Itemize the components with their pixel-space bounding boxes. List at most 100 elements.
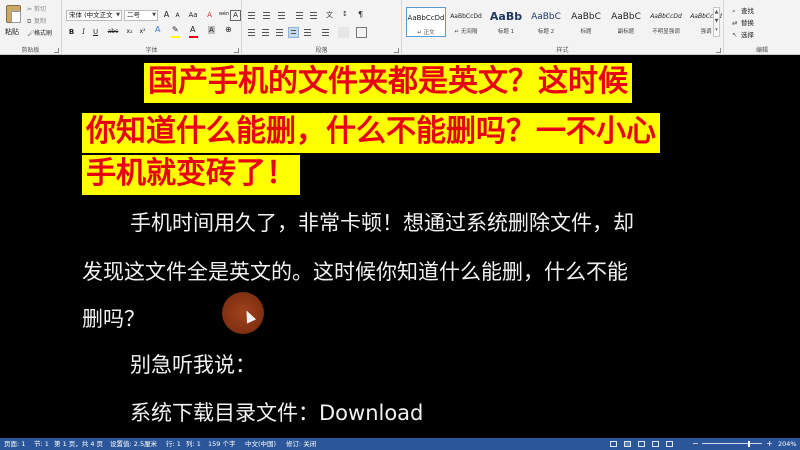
align-right-button[interactable] <box>274 27 285 38</box>
style-item[interactable]: AaBbCcDd ↵ 无间隔 <box>446 7 486 37</box>
align-center-button[interactable] <box>260 27 271 38</box>
font-color-icon[interactable]: A <box>190 25 195 34</box>
find-button[interactable]: ⌕ 查找 <box>732 5 754 16</box>
phonetic-guide-button[interactable]: wén <box>217 9 231 20</box>
decrease-indent-icon <box>296 12 303 19</box>
body-line-1: 手机时间用久了，非常卡顿！想通过系统删除文件，却 <box>130 211 634 235</box>
line-spacing-icon <box>322 29 329 36</box>
strikethrough-button[interactable]: abc <box>105 27 121 38</box>
status-language[interactable]: 中文(中国) <box>245 438 276 450</box>
status-page[interactable]: 页面: 1 <box>4 438 25 450</box>
style-sample: AaBbC <box>571 12 601 22</box>
font-name-value: 宋体 (中文正文 <box>69 11 113 19</box>
line-spacing-button[interactable] <box>320 27 331 38</box>
status-track-changes[interactable]: 修订: 关闭 <box>286 438 316 450</box>
paragraph-group: 文 ↕ ¶ 段落 <box>242 0 402 55</box>
increase-indent-icon <box>310 12 317 19</box>
status-column[interactable]: 列: 1 <box>186 438 201 450</box>
show-marks-button[interactable]: ¶ <box>358 10 369 21</box>
zoom-out-icon[interactable]: − <box>692 438 699 450</box>
title-line-3: 手机就变砖了！ <box>82 155 300 195</box>
subscript-button[interactable]: x₂ <box>124 27 135 38</box>
style-item[interactable]: AaBbCcDd ↵ 正文 <box>406 7 446 37</box>
styles-launcher-icon[interactable] <box>716 48 721 53</box>
replace-button[interactable]: ⇄ 替换 <box>732 17 754 27</box>
clipboard-launcher-icon[interactable] <box>54 48 59 53</box>
style-item[interactable]: AaBbC 标题 2 <box>526 7 566 37</box>
read-mode-icon[interactable] <box>610 441 617 447</box>
align-right-icon <box>276 29 283 36</box>
distributed-icon <box>304 29 311 36</box>
enclosed-char-icon[interactable]: ⊕ <box>225 25 232 34</box>
format-painter-button[interactable]: 🖌格式刷 <box>27 28 52 37</box>
bullets-button[interactable] <box>246 10 257 21</box>
sort-button[interactable]: ↕ <box>342 10 353 21</box>
select-button[interactable]: ↖ 选择 <box>732 29 754 39</box>
borders-button[interactable] <box>356 27 367 38</box>
justify-button[interactable] <box>288 27 299 38</box>
distributed-button[interactable] <box>302 27 313 38</box>
status-position[interactable]: 设置值: 2.5厘米 <box>110 438 157 450</box>
style-item[interactable]: AaBbC 副标题 <box>606 7 646 37</box>
char-shading-icon[interactable]: A <box>208 26 215 34</box>
style-name: 标题 <box>580 29 592 35</box>
ribbon: 粘贴 ✂ 剪切 ⧉ 复制 🖌格式刷 剪贴板 宋体 (中文正文 ▼ 二号 ▼ A A Aa… <box>0 0 800 55</box>
clipboard-group: 粘贴 ✂ 剪切 ⧉ 复制 🖌格式刷 剪贴板 <box>0 0 62 55</box>
style-sample: AaBbCcDd <box>650 13 682 20</box>
chinese-layout-button[interactable]: 文 <box>326 10 337 21</box>
copy-button[interactable]: ⧉ 复制 <box>27 16 46 26</box>
editing-group: ⌕ 查找 ⇄ 替换 ↖ 选择 编辑 <box>724 0 800 55</box>
text-effects-icon[interactable]: A <box>155 25 160 34</box>
shading-button[interactable] <box>338 27 349 38</box>
web-layout-icon[interactable] <box>638 441 645 447</box>
underline-button[interactable]: U <box>90 27 101 38</box>
paragraph-launcher-icon[interactable] <box>394 48 399 53</box>
char-border-button[interactable]: A <box>230 10 241 21</box>
change-case-button[interactable]: Aa <box>186 10 200 21</box>
draft-view-icon[interactable] <box>666 441 673 447</box>
cut-label: 剪切 <box>34 6 47 13</box>
numbering-button[interactable] <box>261 10 272 21</box>
zoom-level[interactable]: 204% <box>778 438 797 450</box>
highlight-icon[interactable]: ✎ <box>172 25 179 34</box>
font-size-value: 二号 <box>127 11 140 19</box>
print-layout-icon[interactable] <box>624 441 631 447</box>
style-item[interactable]: AaBbCcDd 强调 <box>686 7 726 37</box>
align-left-button[interactable] <box>246 27 257 38</box>
highlight-color-bar <box>171 36 180 38</box>
status-word-count[interactable]: 159 个字 <box>208 438 235 450</box>
zoom-slider[interactable] <box>702 443 762 444</box>
zoom-slider-thumb[interactable] <box>748 441 751 447</box>
increase-indent-button[interactable] <box>308 10 319 21</box>
cut-button[interactable]: ✂ 剪切 <box>27 4 46 13</box>
status-page-of[interactable]: 第 1 页，共 4 页 <box>54 438 103 450</box>
font-name-select[interactable]: 宋体 (中文正文 ▼ <box>66 10 122 21</box>
justify-icon <box>291 30 296 35</box>
status-section[interactable]: 节: 1 <box>34 438 49 450</box>
decrease-indent-button[interactable] <box>294 10 305 21</box>
document-canvas[interactable]: 国产手机的文件夹都是英文？这时候 你知道什么能删，什么不能删吗？一不小心 手机就… <box>0 55 800 438</box>
multilevel-list-button[interactable] <box>276 10 287 21</box>
replace-label: 替换 <box>741 19 754 27</box>
style-item[interactable]: AaBbC 标题 <box>566 7 606 37</box>
zoom-in-icon[interactable]: + <box>766 438 773 450</box>
style-name: ↵ 正文 <box>417 30 435 36</box>
paste-button[interactable]: 粘贴 <box>3 3 25 43</box>
style-item[interactable]: AaBbCcDd 不明显强调 <box>646 7 686 37</box>
style-gallery-scroll[interactable]: ▲ ▼ ▾ <box>713 7 720 37</box>
numbering-icon <box>263 12 270 19</box>
clear-format-button[interactable]: A <box>204 10 215 21</box>
status-line[interactable]: 行: 1 <box>166 438 181 450</box>
align-center-icon <box>262 29 269 36</box>
superscript-button[interactable]: x² <box>137 27 148 38</box>
style-name: 副标题 <box>617 29 635 35</box>
font-size-select[interactable]: 二号 ▼ <box>124 10 158 21</box>
italic-button[interactable]: I <box>78 27 89 38</box>
shrink-font-button[interactable]: A <box>172 11 183 22</box>
style-item[interactable]: AaBb 标题 1 <box>486 7 526 37</box>
outline-view-icon[interactable] <box>652 441 659 447</box>
font-launcher-icon[interactable] <box>234 48 239 53</box>
bold-button[interactable]: B <box>66 27 77 38</box>
font-group: 宋体 (中文正文 ▼ 二号 ▼ A A Aa A wén A B I U abc x… <box>62 0 242 55</box>
grow-font-button[interactable]: A <box>161 10 172 21</box>
